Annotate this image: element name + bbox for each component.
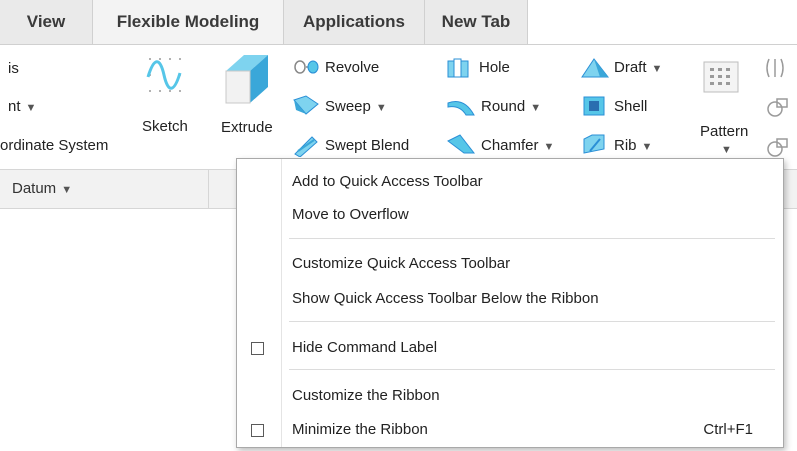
chevron-down-icon: ▼ xyxy=(375,102,387,114)
draft-icon xyxy=(581,58,610,78)
checkbox-icon[interactable] xyxy=(251,424,264,437)
menu-item-shortcut: Ctrl+F1 xyxy=(703,421,753,438)
ribbon-context-menu: Add to Quick Access Toolbar Move to Over… xyxy=(236,158,784,448)
pattern-label: Pattern xyxy=(700,123,749,140)
menu-item-add-to-quick-access-toolbar[interactable]: Add to Quick Access Toolbar xyxy=(237,167,783,197)
rib-text: Rib xyxy=(614,137,637,154)
chevron-down-icon: ▼ xyxy=(721,144,732,156)
datum-point-label: nt xyxy=(8,98,21,115)
coordinate-system-button[interactable]: ordinate System xyxy=(0,137,108,154)
chamfer-label: Chamfer ▼ xyxy=(481,137,554,154)
swept-blend-icon xyxy=(294,136,318,157)
tab-view[interactable]: View xyxy=(0,0,93,44)
hole-label: Hole xyxy=(479,59,510,76)
chevron-down-icon: ▼ xyxy=(651,63,663,75)
extend-icon[interactable] xyxy=(765,97,793,119)
menu-item-label: Minimize the Ribbon xyxy=(292,421,428,438)
chevron-down-icon: ▼ xyxy=(61,184,73,196)
datum-point-button[interactable]: nt ▼ xyxy=(8,98,36,115)
menu-item-hide-command-label[interactable]: Hide Command Label xyxy=(237,333,783,363)
menu-item-label: Customize the Ribbon xyxy=(292,387,440,404)
menu-item-label: Show Quick Access Toolbar Below the Ribb… xyxy=(292,290,599,307)
extrude-icon xyxy=(225,55,268,104)
chevron-down-icon: ▼ xyxy=(641,141,653,153)
menu-item-minimize-ribbon[interactable]: Minimize the Ribbon Ctrl+F1 xyxy=(237,415,783,445)
pattern-icon xyxy=(703,61,739,93)
menu-item-label: Move to Overflow xyxy=(292,206,409,223)
menu-item-show-qat-below-ribbon[interactable]: Show Quick Access Toolbar Below the Ribb… xyxy=(237,284,783,314)
datum-axis-button[interactable]: is xyxy=(8,60,19,77)
swept-blend-label: Swept Blend xyxy=(325,137,410,154)
ribbon-panel: is nt ▼ ordinate System Sketch Extrude Re… xyxy=(0,45,797,169)
round-label: Round ▼ xyxy=(481,98,541,115)
chevron-down-icon: ▼ xyxy=(543,141,555,153)
extrude-label: Extrude xyxy=(221,119,273,136)
tab-new-tab-label: New Tab xyxy=(441,12,511,31)
round-text: Round xyxy=(481,98,526,115)
tab-view-label: View xyxy=(26,12,66,31)
chevron-down-icon: ▼ xyxy=(25,102,37,114)
tab-applications-label: Applications xyxy=(302,12,405,31)
tab-flexible-modeling-label: Flexible Modeling xyxy=(116,12,260,31)
menu-item-label: Customize Quick Access Toolbar xyxy=(292,255,511,272)
menu-item-customize-ribbon[interactable]: Customize the Ribbon xyxy=(237,381,783,411)
datum-group-text: Datum xyxy=(12,180,57,197)
tab-applications[interactable]: Applications xyxy=(284,0,425,44)
round-icon xyxy=(447,101,475,116)
sweep-icon xyxy=(293,95,319,115)
sweep-label: Sweep ▼ xyxy=(325,98,387,115)
rib-label: Rib ▼ xyxy=(614,137,652,154)
draft-label: Draft ▼ xyxy=(614,59,662,76)
group-divider xyxy=(208,170,209,208)
ribbon-tab-bar: View Flexible Modeling Applications New … xyxy=(0,0,797,45)
menu-separator xyxy=(289,238,775,239)
chamfer-text: Chamfer xyxy=(481,137,539,154)
coordinate-system-label: ordinate System xyxy=(0,137,109,154)
mirror-icon[interactable] xyxy=(763,57,793,79)
checkbox-icon[interactable] xyxy=(251,342,264,355)
menu-item-customize-quick-access-toolbar[interactable]: Customize Quick Access Toolbar xyxy=(237,249,783,279)
datum-group-label[interactable]: Datum ▼ xyxy=(12,180,72,197)
rib-icon xyxy=(583,134,605,154)
revolve-icon xyxy=(294,60,319,74)
draft-text: Draft xyxy=(614,59,647,76)
tab-flexible-modeling[interactable]: Flexible Modeling xyxy=(93,0,284,44)
menu-item-label: Add to Quick Access Toolbar xyxy=(292,173,483,190)
sweep-text: Sweep xyxy=(325,98,371,115)
datum-axis-label: is xyxy=(8,60,19,77)
menu-separator xyxy=(289,369,775,370)
sketch-label: Sketch xyxy=(142,118,188,135)
hole-icon xyxy=(447,58,469,78)
chevron-down-icon: ▼ xyxy=(530,102,542,114)
offset-icon[interactable] xyxy=(765,137,793,159)
shell-icon xyxy=(583,96,605,116)
menu-separator xyxy=(289,321,775,322)
sketch-icon xyxy=(146,58,182,92)
revolve-label: Revolve xyxy=(325,59,380,76)
menu-item-move-to-overflow[interactable]: Move to Overflow xyxy=(237,200,783,230)
menu-item-label: Hide Command Label xyxy=(292,339,438,356)
tab-new-tab[interactable]: New Tab xyxy=(425,0,528,44)
shell-label: Shell xyxy=(614,98,648,115)
chamfer-icon xyxy=(447,134,476,154)
